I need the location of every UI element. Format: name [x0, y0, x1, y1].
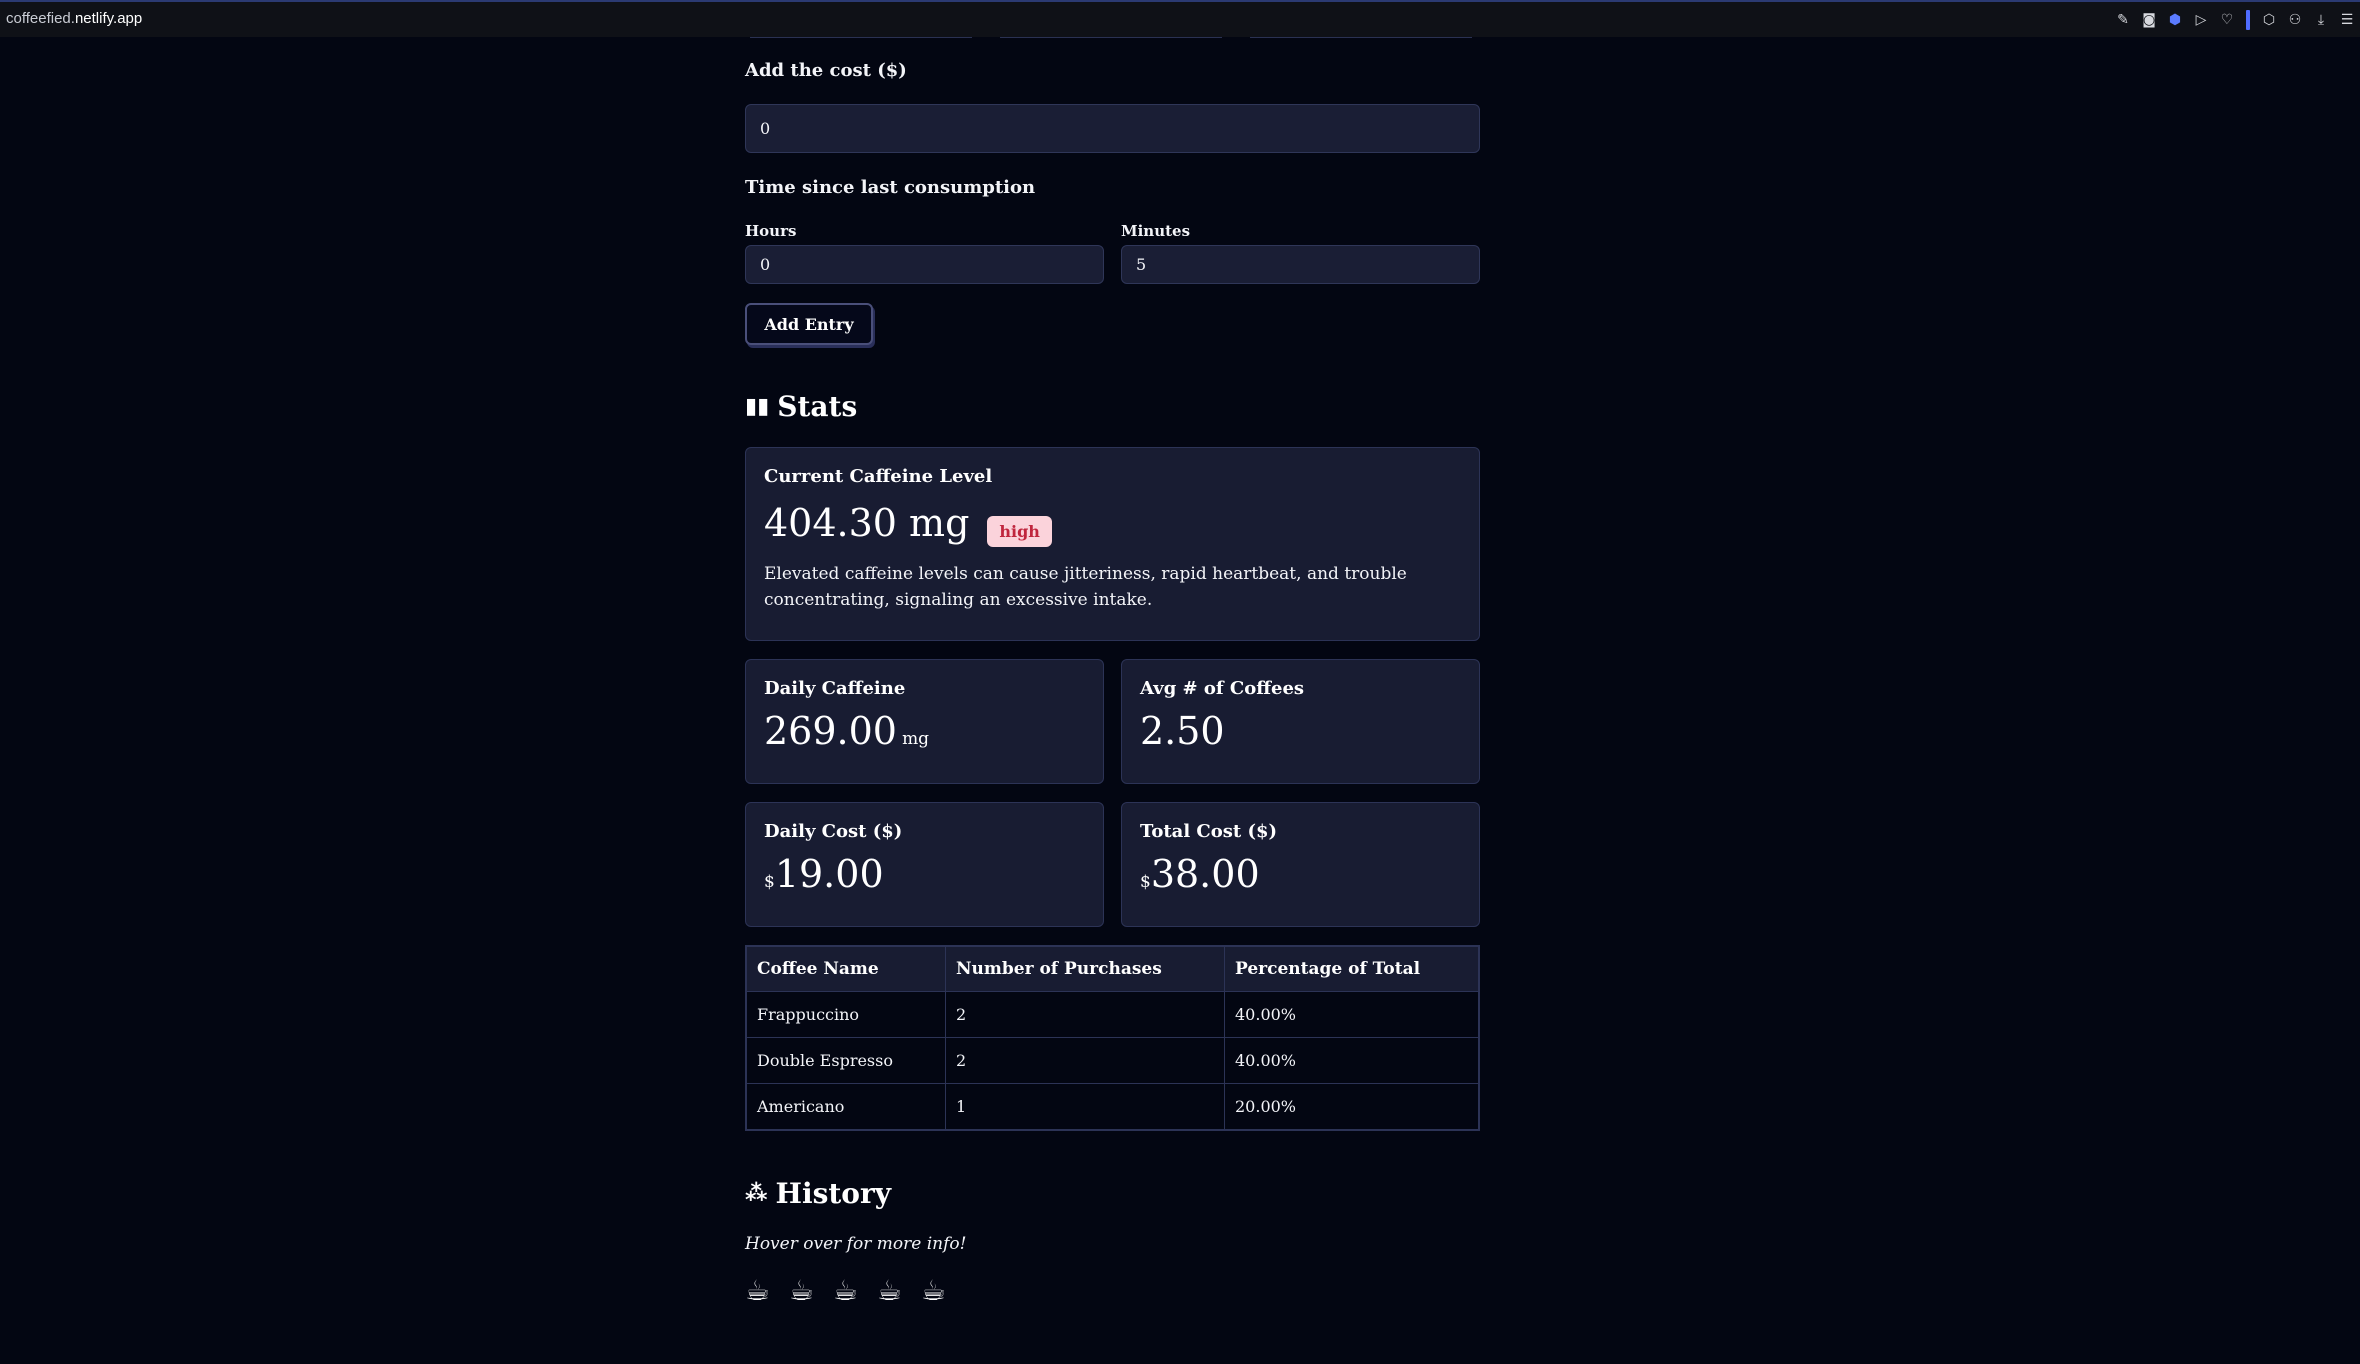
daily-caffeine-card: Daily Caffeine 269.00 mg — [745, 659, 1104, 784]
history-entries: ☕ ☕ ☕ ☕ ☕ — [745, 1274, 953, 1307]
purchases-cell: 2 — [945, 991, 1225, 1038]
daily-caffeine-unit: mg — [902, 729, 930, 749]
coffee-name-cell: Frappuccino — [745, 991, 946, 1038]
history-hint: Hover over for more info! — [745, 1234, 967, 1254]
menu-icon[interactable]: ☰ — [2340, 13, 2354, 27]
profile-icon[interactable]: ⚇ — [2288, 13, 2302, 27]
daily-cost-title: Daily Cost ($) — [764, 821, 903, 842]
daily-caffeine-title: Daily Caffeine — [764, 678, 906, 699]
time-label: Time since last consumption — [745, 177, 1036, 198]
table-header-row: Coffee Name Number of Purchases Percenta… — [745, 945, 1480, 992]
cost-input[interactable] — [745, 104, 1480, 153]
purchases-cell: 1 — [945, 1083, 1225, 1131]
coffee-options-stub — [750, 37, 1472, 38]
option-stub — [750, 37, 972, 38]
current-caffeine-title: Current Caffeine Level — [764, 466, 993, 487]
coffee-cup-icon[interactable]: ☕ — [745, 1274, 777, 1307]
table-row: Frappuccino 2 40.00% — [745, 991, 1480, 1038]
current-caffeine-value: 404.30 mg — [764, 501, 970, 545]
timeline-icon: ⁂ — [745, 1181, 768, 1206]
coffee-cup-icon[interactable]: ☕ — [921, 1274, 953, 1307]
percentage-cell: 40.00% — [1224, 991, 1480, 1038]
hours-label: Hours — [745, 222, 797, 240]
url-host: netlify.app — [74, 10, 143, 27]
play-icon[interactable]: ▷ — [2194, 13, 2208, 27]
total-cost-card: Total Cost ($) $38.00 — [1121, 802, 1480, 927]
coffee-table: Coffee Name Number of Purchases Percenta… — [745, 945, 1480, 1131]
avg-coffees-title: Avg # of Coffees — [1140, 678, 1305, 699]
cube-icon[interactable]: ⬡ — [2262, 13, 2276, 27]
coffee-cup-icon[interactable]: ☕ — [789, 1274, 821, 1307]
cost-label: Add the cost ($) — [745, 60, 907, 81]
coffee-name-cell: Americano — [745, 1083, 946, 1131]
column-header: Percentage of Total — [1224, 945, 1480, 992]
current-caffeine-row: 404.30 mg high — [764, 501, 1461, 547]
camera-icon[interactable]: ◙ — [2142, 13, 2156, 27]
edit-icon[interactable]: ✎ — [2116, 13, 2130, 27]
percentage-cell: 20.00% — [1224, 1083, 1480, 1131]
caffeine-description: Elevated caffeine levels can cause jitte… — [764, 564, 1407, 610]
history-heading: ⁂ History — [745, 1177, 891, 1210]
history-title: History — [775, 1177, 892, 1210]
shield-icon[interactable]: ⬢ — [2168, 13, 2182, 27]
coffee-cup-icon[interactable]: ☕ — [833, 1274, 865, 1307]
avg-coffees-value: 2.50 — [1140, 709, 1225, 753]
minutes-input[interactable] — [1121, 245, 1480, 284]
browser-toolbar: coffeefied.netlify.app ✎ ◙ ⬢ ▷ ♡ ⬡ ⚇ ⤓ ☰ — [0, 0, 2360, 37]
table-row: Double Espresso 2 40.00% — [745, 1037, 1480, 1084]
coffee-cup-icon[interactable]: ☕ — [877, 1274, 909, 1307]
purchases-cell: 2 — [945, 1037, 1225, 1084]
avg-coffees-card: Avg # of Coffees 2.50 — [1121, 659, 1480, 784]
toolbar-icons: ✎ ◙ ⬢ ▷ ♡ ⬡ ⚇ ⤓ ☰ — [2116, 10, 2354, 30]
stats-heading: ▮▮ Stats — [745, 390, 857, 423]
coffee-name-cell: Double Espresso — [745, 1037, 946, 1084]
total-cost-value: 38.00 — [1150, 852, 1260, 896]
current-caffeine-card: Current Caffeine Level 404.30 mg high Ele… — [745, 447, 1480, 641]
status-badge: high — [987, 516, 1052, 547]
minutes-label: Minutes — [1121, 222, 1191, 240]
daily-cost-value: 19.00 — [774, 852, 884, 896]
hours-input[interactable] — [745, 245, 1104, 284]
option-stub — [1000, 37, 1222, 38]
bar-chart-icon: ▮▮ — [745, 394, 770, 419]
column-header: Coffee Name — [745, 945, 946, 992]
total-cost-title: Total Cost ($) — [1140, 821, 1278, 842]
download-icon[interactable]: ⤓ — [2314, 13, 2328, 27]
column-header: Number of Purchases — [945, 945, 1225, 992]
daily-cost-currency: $ — [764, 872, 775, 892]
url-bar[interactable]: coffeefied.netlify.app — [6, 10, 142, 27]
percentage-cell: 40.00% — [1224, 1037, 1480, 1084]
option-stub — [1250, 37, 1472, 38]
daily-caffeine-value: 269.00 — [764, 709, 897, 753]
stats-title: Stats — [777, 390, 858, 423]
total-cost-currency: $ — [1140, 872, 1151, 892]
toolbar-divider — [2246, 10, 2250, 30]
url-prefix: coffeefied. — [6, 10, 75, 27]
add-entry-button[interactable]: Add Entry — [745, 303, 873, 345]
heart-icon[interactable]: ♡ — [2220, 13, 2234, 27]
daily-cost-card: Daily Cost ($) $19.00 — [745, 802, 1104, 927]
table-row: Americano 1 20.00% — [745, 1083, 1480, 1131]
